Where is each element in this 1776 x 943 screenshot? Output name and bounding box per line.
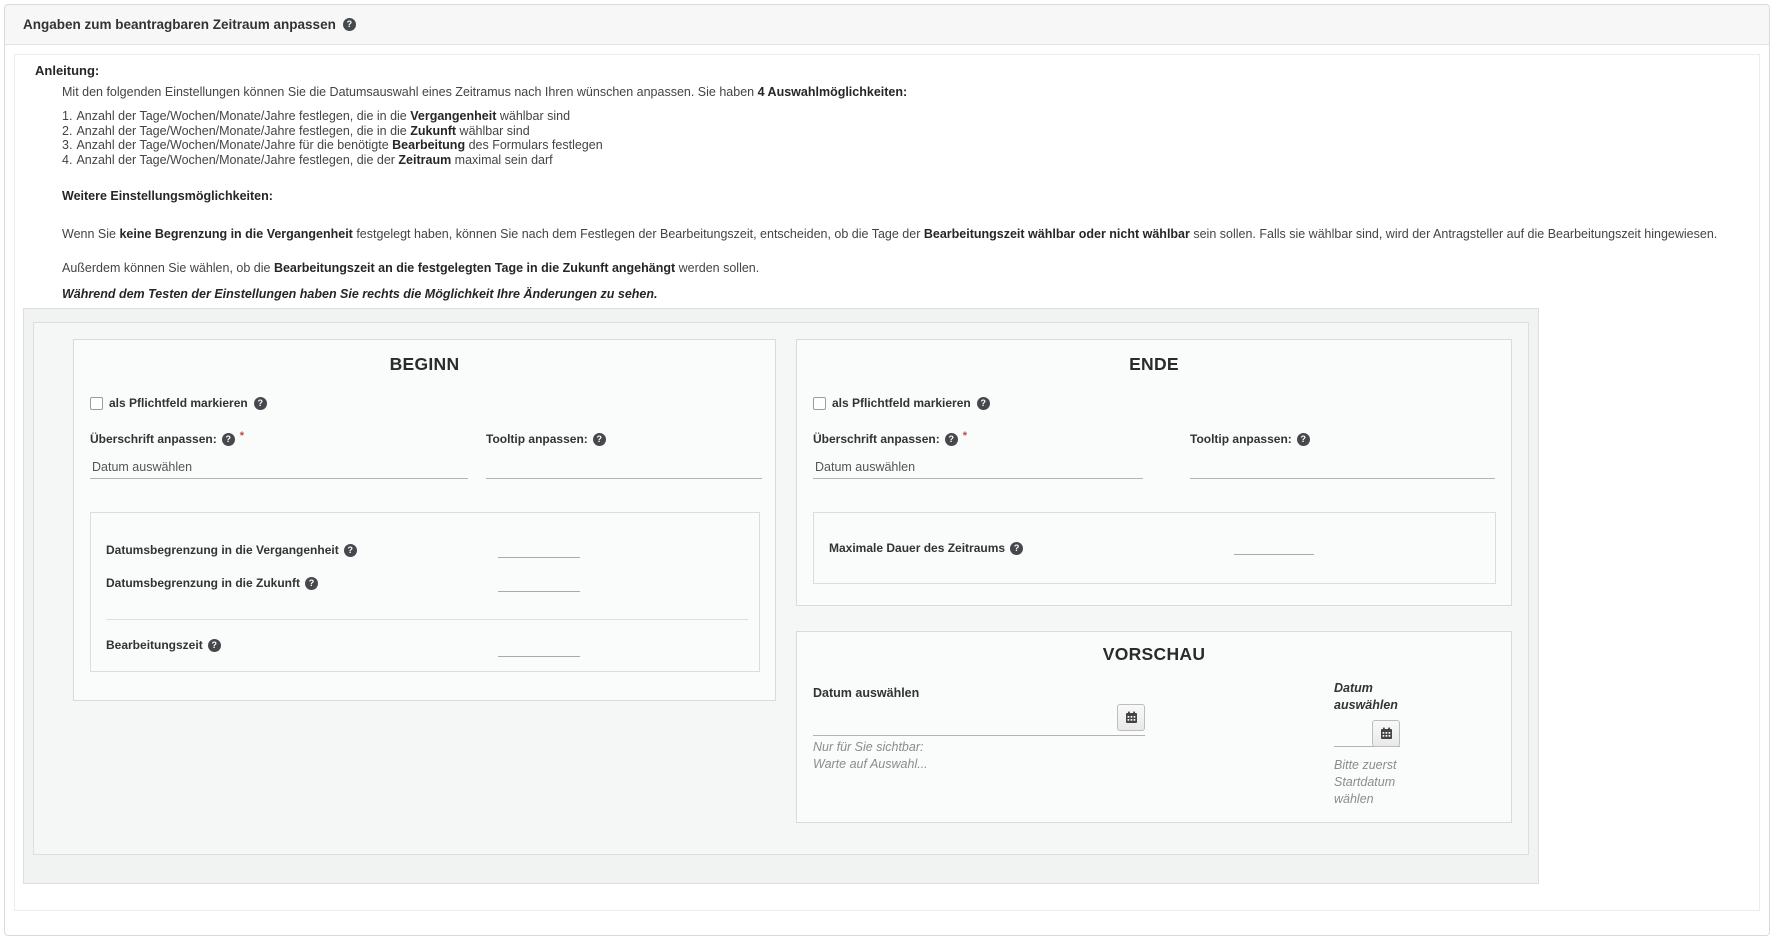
- beginn-tooltip-label-row: Tooltip anpassen: ?: [486, 432, 606, 446]
- help-icon[interactable]: ?: [977, 397, 990, 410]
- paragraph-past-limit: Wenn Sie keine Begrenzung in die Vergang…: [62, 227, 1717, 241]
- instructions-heading: Anleitung:: [35, 63, 99, 78]
- ende-required-label: als Pflichtfeld markieren: [832, 396, 971, 410]
- required-asterisk: *: [240, 430, 244, 442]
- preview-start-label: Datum auswählen: [813, 686, 919, 700]
- limit-past-input[interactable]: [498, 538, 580, 558]
- ende-heading-input[interactable]: [813, 456, 1143, 479]
- limit-future-label: Datumsbegrenzung in die Zukunft: [106, 576, 300, 590]
- calendar-icon: [1125, 711, 1138, 724]
- vorschau-panel: VORSCHAU Datum auswählen: [796, 631, 1512, 823]
- ende-heading-label: Überschrift anpassen:: [813, 432, 940, 446]
- help-icon[interactable]: ?: [305, 577, 318, 590]
- beginn-heading-label: Überschrift anpassen:: [90, 432, 217, 446]
- required-asterisk: *: [963, 430, 967, 442]
- processing-time-label-row: Bearbeitungszeit ?: [106, 638, 221, 652]
- help-icon[interactable]: ?: [945, 433, 958, 446]
- beginn-required-row: als Pflichtfeld markieren ?: [90, 396, 267, 410]
- list-item: 1. Anzahl der Tage/Wochen/Monate/Jahre fe…: [62, 109, 603, 124]
- processing-time-input[interactable]: [498, 637, 580, 657]
- list-number: 3.: [62, 138, 72, 153]
- more-settings-heading: Weitere Einstellungsmöglichkeiten:: [62, 189, 273, 203]
- beginn-heading-label-row: Überschrift anpassen: ? *: [90, 432, 244, 446]
- section-header: Angaben zum beantragbaren Zeitraum anpas…: [5, 5, 1769, 45]
- ende-max-duration-box: Maximale Dauer des Zeitraums ?: [813, 512, 1496, 584]
- max-duration-label-row: Maximale Dauer des Zeitraums ?: [829, 541, 1023, 555]
- list-item: 3. Anzahl der Tage/Wochen/Monate/Jahre fü…: [62, 138, 603, 153]
- limit-future-input[interactable]: [498, 572, 580, 592]
- limit-future-label-row: Datumsbegrenzung in die Zukunft ?: [106, 576, 318, 590]
- divider: [106, 619, 748, 620]
- ende-required-row: als Pflichtfeld markieren ?: [813, 396, 990, 410]
- beginn-tooltip-label: Tooltip anpassen:: [486, 432, 588, 446]
- ende-heading-label-row: Überschrift anpassen: ? *: [813, 432, 967, 446]
- ende-required-checkbox[interactable]: [813, 397, 826, 410]
- testing-note: Während dem Testen der Einstellungen hab…: [62, 287, 657, 301]
- ende-tooltip-label-row: Tooltip anpassen: ?: [1190, 432, 1310, 446]
- beginn-panel: BEGINN als Pflichtfeld markieren ? Übers…: [73, 339, 776, 701]
- ende-panel: ENDE als Pflichtfeld markieren ? Übersch…: [796, 339, 1512, 606]
- preview-end-hint: Bitte zuerst Startdatum wählen: [1334, 757, 1412, 808]
- preview-end-label: Datum auswählen: [1334, 680, 1404, 714]
- preview-start-hint-visibility: Nur für Sie sichtbar:: [813, 739, 923, 756]
- max-duration-input[interactable]: [1234, 535, 1314, 555]
- preview-end-calendar-button[interactable]: [1372, 720, 1400, 747]
- limit-past-label: Datumsbegrenzung in die Vergangenheit: [106, 543, 339, 557]
- list-text: Anzahl der Tage/Wochen/Monate/Jahre fest…: [76, 109, 570, 123]
- help-icon[interactable]: ?: [222, 433, 235, 446]
- beginn-required-checkbox[interactable]: [90, 397, 103, 410]
- paragraph-append-processing: Außerdem können Sie wählen, ob die Bearb…: [62, 261, 759, 275]
- beginn-tooltip-input[interactable]: [486, 456, 762, 479]
- vorschau-title: VORSCHAU: [797, 644, 1511, 665]
- list-item: 2. Anzahl der Tage/Wochen/Monate/Jahre fe…: [62, 124, 603, 139]
- processing-time-label: Bearbeitungszeit: [106, 638, 203, 652]
- list-number: 1.: [62, 109, 72, 124]
- settings-area-inner: BEGINN als Pflichtfeld markieren ? Übers…: [33, 322, 1529, 855]
- page-title: Angaben zum beantragbaren Zeitraum anpas…: [23, 17, 336, 32]
- help-icon[interactable]: ?: [593, 433, 606, 446]
- preview-start-hint-waiting: Warte auf Auswahl...: [813, 756, 928, 773]
- help-icon[interactable]: ?: [1297, 433, 1310, 446]
- beginn-title: BEGINN: [74, 354, 775, 375]
- help-icon[interactable]: ?: [1010, 542, 1023, 555]
- beginn-required-label: als Pflichtfeld markieren: [109, 396, 248, 410]
- list-text: Anzahl der Tage/Wochen/Monate/Jahre fest…: [76, 153, 552, 167]
- help-icon[interactable]: ?: [254, 397, 267, 410]
- settings-area: BEGINN als Pflichtfeld markieren ? Übers…: [23, 308, 1539, 884]
- list-text: Anzahl der Tage/Wochen/Monate/Jahre fest…: [76, 124, 529, 138]
- preview-start-date-input[interactable]: [813, 713, 1145, 736]
- beginn-heading-input[interactable]: [90, 456, 468, 479]
- preview-start-calendar-button[interactable]: [1117, 704, 1145, 731]
- calendar-icon: [1380, 727, 1393, 740]
- instructions-intro: Mit den folgenden Einstellungen können S…: [62, 85, 907, 99]
- content-box: Anleitung: Mit den folgenden Einstellung…: [14, 54, 1760, 911]
- max-duration-label: Maximale Dauer des Zeitraums: [829, 541, 1005, 555]
- list-text: Anzahl der Tage/Wochen/Monate/Jahre für …: [76, 138, 602, 152]
- limit-past-label-row: Datumsbegrenzung in die Vergangenheit ?: [106, 543, 357, 557]
- beginn-limits-box: Datumsbegrenzung in die Vergangenheit ? …: [90, 512, 760, 672]
- page-panel: Angaben zum beantragbaren Zeitraum anpas…: [4, 4, 1770, 936]
- ende-tooltip-label: Tooltip anpassen:: [1190, 432, 1292, 446]
- help-icon[interactable]: ?: [208, 639, 221, 652]
- instructions-list: 1. Anzahl der Tage/Wochen/Monate/Jahre fe…: [62, 109, 603, 167]
- list-number: 4.: [62, 153, 72, 168]
- ende-tooltip-input[interactable]: [1190, 456, 1495, 479]
- ende-title: ENDE: [797, 354, 1511, 375]
- help-icon[interactable]: ?: [343, 18, 356, 31]
- list-number: 2.: [62, 124, 72, 139]
- help-icon[interactable]: ?: [344, 544, 357, 557]
- list-item: 4. Anzahl der Tage/Wochen/Monate/Jahre fe…: [62, 153, 603, 168]
